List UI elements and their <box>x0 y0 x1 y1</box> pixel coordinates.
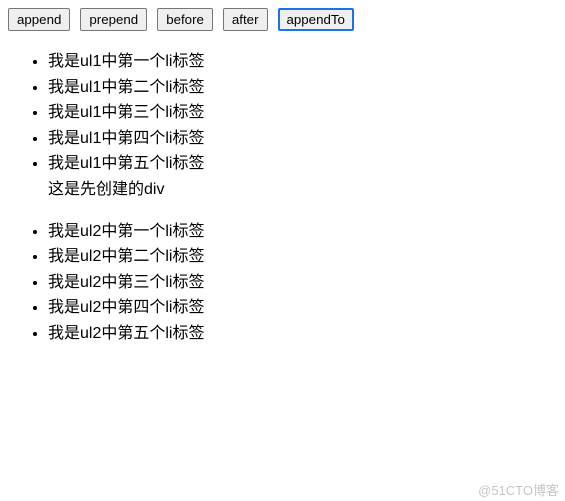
list-item: 我是ul2中第二个li标签 <box>48 244 557 270</box>
list-item: 我是ul1中第五个li标签 <box>48 151 557 177</box>
appendTo-button[interactable]: appendTo <box>278 8 354 31</box>
ul2-list: 我是ul2中第一个li标签 我是ul2中第二个li标签 我是ul2中第三个li标… <box>8 219 557 347</box>
list-item: 我是ul2中第三个li标签 <box>48 270 557 296</box>
before-button[interactable]: before <box>157 8 213 31</box>
after-button[interactable]: after <box>223 8 268 31</box>
list-item: 我是ul1中第二个li标签 <box>48 75 557 101</box>
list-item: 我是ul1中第四个li标签 <box>48 126 557 152</box>
list-item: 我是ul1中第三个li标签 <box>48 100 557 126</box>
created-div: 这是先创建的div <box>8 177 557 203</box>
list-item: 我是ul2中第五个li标签 <box>48 321 557 347</box>
list-item: 我是ul1中第一个li标签 <box>48 49 557 75</box>
list-item: 我是ul2中第四个li标签 <box>48 295 557 321</box>
watermark: @51CTO博客 <box>478 480 559 499</box>
button-toolbar: append prepend before after appendTo <box>8 8 557 31</box>
ul1-list: 我是ul1中第一个li标签 我是ul1中第二个li标签 我是ul1中第三个li标… <box>8 49 557 177</box>
append-button[interactable]: append <box>8 8 70 31</box>
list-item: 我是ul2中第一个li标签 <box>48 219 557 245</box>
prepend-button[interactable]: prepend <box>80 8 147 31</box>
